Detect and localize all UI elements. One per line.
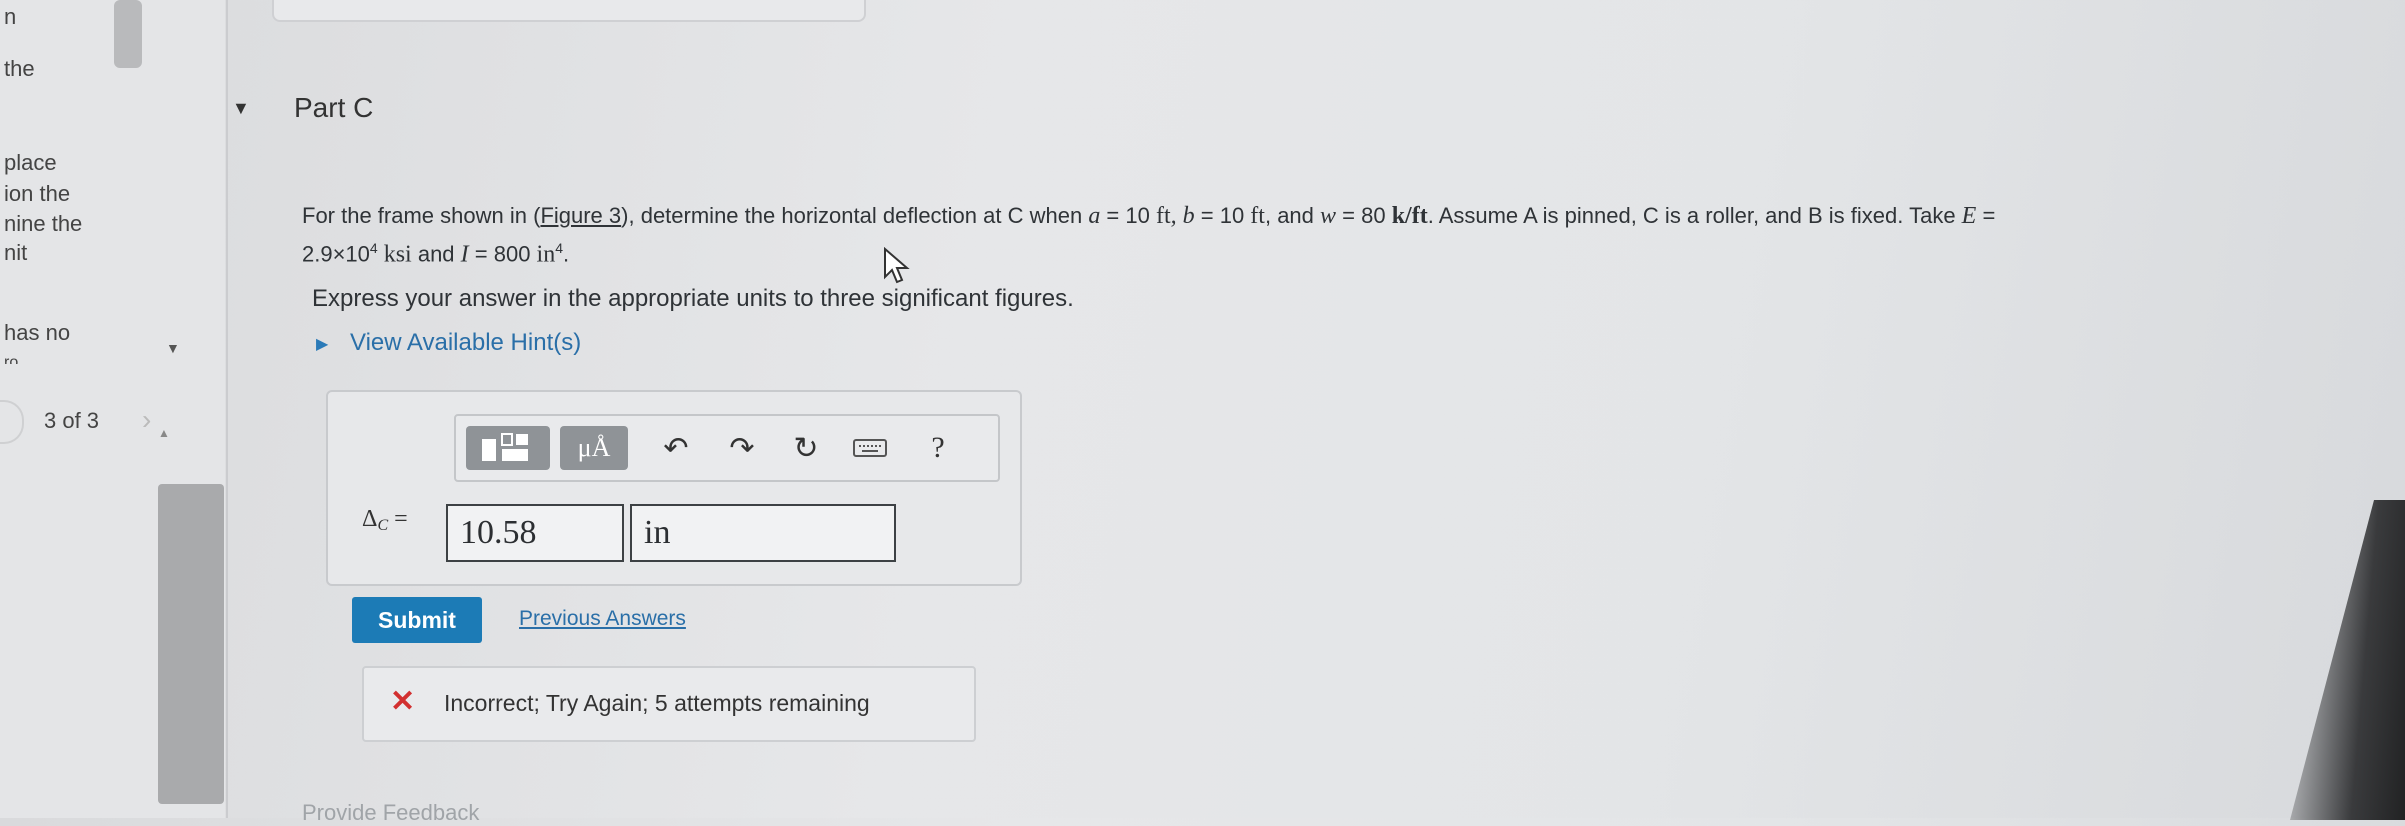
- previous-panel-edge: [272, 0, 866, 22]
- sidebar-text: the: [4, 56, 35, 81]
- sidebar-text: has no: [4, 320, 71, 345]
- templates-button[interactable]: [466, 426, 550, 470]
- template-grid-icon: [482, 433, 528, 461]
- sidebar-text: nine the: [4, 211, 83, 236]
- sidebar-text: n: [4, 4, 17, 29]
- left-sidebar: n the place ion the nine the nit has no …: [0, 0, 225, 818]
- chevron-right-icon[interactable]: ›: [142, 404, 151, 436]
- chevron-down-icon[interactable]: ▼: [166, 340, 180, 356]
- answer-label: ΔC =: [362, 506, 408, 534]
- collapse-arrow-icon[interactable]: ▼: [232, 98, 250, 119]
- provide-feedback-link[interactable]: Provide Feedback: [302, 800, 479, 826]
- sidebar-scrollbar-thumb[interactable]: [114, 0, 142, 68]
- sidebar-text: place: [4, 150, 57, 175]
- previous-answers-link[interactable]: Previous Answers: [519, 607, 686, 631]
- feedback-message: ✕ Incorrect; Try Again; 5 attempts remai…: [362, 666, 976, 742]
- sidebar-text: ion the: [4, 181, 71, 206]
- question-text: For the frame shown in (Figure 3), deter…: [302, 203, 1996, 268]
- sidebar-text: ro: [4, 354, 19, 364]
- answer-unit-input[interactable]: in: [630, 504, 896, 562]
- figure-link[interactable]: Figure 3: [540, 203, 621, 228]
- sidebar-scrollbar[interactable]: [158, 484, 224, 804]
- keyboard-icon[interactable]: [848, 426, 892, 470]
- submit-button[interactable]: Submit: [352, 597, 482, 643]
- incorrect-icon: ✕: [390, 685, 416, 718]
- units-button[interactable]: μÅ: [560, 426, 628, 470]
- view-hints-link[interactable]: View Available Hint(s): [350, 329, 581, 357]
- instruction-text: Express your answer in the appropriate u…: [312, 285, 1074, 312]
- item-counter: 3 of 3: [44, 408, 100, 433]
- part-title: Part C: [294, 92, 374, 123]
- divider: [226, 0, 228, 818]
- help-button[interactable]: ?: [916, 426, 960, 470]
- reset-icon[interactable]: ↻: [784, 426, 828, 470]
- answer-value-input[interactable]: 10.58: [446, 504, 624, 562]
- redo-icon[interactable]: ↷: [720, 426, 764, 470]
- sidebar-text: nit: [4, 240, 28, 265]
- mouse-cursor-icon: [884, 247, 910, 284]
- feedback-text: Incorrect; Try Again; 5 attempts remaini…: [444, 690, 870, 716]
- previous-item-button[interactable]: [0, 400, 24, 444]
- math-toolbar: μÅ ↶ ↷ ↻ ?: [454, 414, 1000, 482]
- undo-icon[interactable]: ↶: [654, 426, 698, 470]
- expand-arrow-icon[interactable]: ▶: [316, 334, 328, 354]
- answer-panel: μÅ ↶ ↷ ↻ ? ΔC = 10.58 in: [326, 390, 1022, 586]
- screen-bezel: [2290, 500, 2405, 820]
- scroll-up-icon[interactable]: ▲: [158, 426, 170, 440]
